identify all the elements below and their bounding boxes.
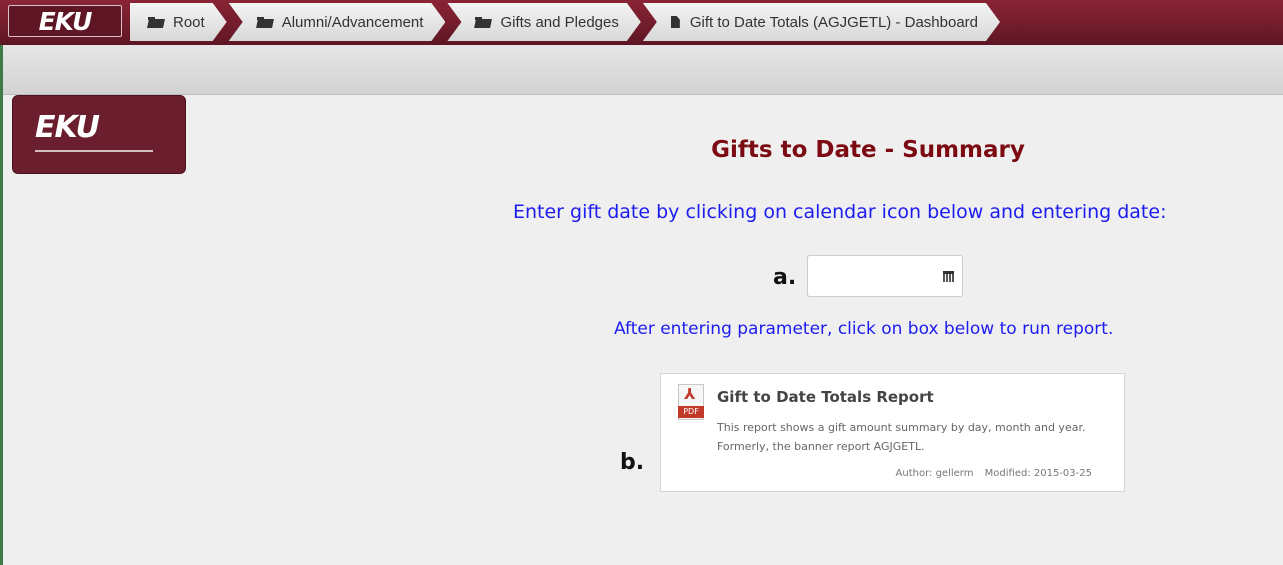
- breadcrumb-label: Alumni/Advancement: [281, 13, 424, 31]
- breadcrumb-root[interactable]: Root: [130, 3, 227, 41]
- report-author: Author: gellerm: [895, 468, 974, 479]
- calendar-icon[interactable]: [943, 271, 954, 282]
- breadcrumb-label: Gift to Date Totals (AGJGETL) - Dashboar…: [689, 13, 979, 31]
- sidebar-logo-text: EKU: [35, 110, 100, 145]
- gift-date-input[interactable]: [807, 255, 963, 297]
- folder-icon: [475, 17, 491, 28]
- breadcrumb-label: Gifts and Pledges: [500, 13, 619, 31]
- step-a-label: a.: [773, 265, 797, 290]
- file-icon: [671, 16, 680, 28]
- breadcrumb-dashboard[interactable]: Gift to Date Totals (AGJGETL) - Dashboar…: [643, 3, 1000, 41]
- page-title: Gifts to Date - Summary: [711, 137, 1025, 163]
- acrobat-glyph-icon: ⅄: [684, 385, 696, 403]
- run-instruction: After entering parameter, click on box b…: [614, 319, 1114, 339]
- step-b-label: b.: [620, 450, 645, 475]
- date-instruction: Enter gift date by clicking on calendar …: [513, 201, 1167, 223]
- sidebar-logo: EKU: [12, 95, 186, 174]
- breadcrumb-gifts-and-pledges[interactable]: Gifts and Pledges: [447, 3, 640, 41]
- breadcrumb-label: Root: [173, 13, 205, 31]
- report-modified: Modified: 2015-03-25: [984, 468, 1092, 479]
- frame-border: [0, 45, 3, 565]
- breadcrumb: Root Alumni/Advancement Gifts and Pledge…: [130, 3, 1002, 41]
- folder-icon: [257, 17, 273, 28]
- pdf-icon: ⅄ PDF: [678, 384, 704, 420]
- folder-icon: [148, 17, 164, 28]
- top-bar: EKU Root Alumni/Advancement Gifts and Pl…: [0, 0, 1283, 45]
- toolbar-strip: [0, 45, 1283, 95]
- breadcrumb-alumni-advancement[interactable]: Alumni/Advancement: [229, 3, 446, 41]
- report-title[interactable]: Gift to Date Totals Report: [717, 388, 934, 406]
- report-description: This report shows a gift amount summary …: [717, 421, 1086, 453]
- report-meta: Author: gellerm Modified: 2015-03-25: [896, 468, 1092, 479]
- eku-logo[interactable]: EKU: [8, 5, 122, 37]
- logo-underline: [35, 150, 153, 152]
- pdf-tag: PDF: [678, 406, 704, 418]
- report-card[interactable]: ⅄ PDF Gift to Date Totals Report This re…: [660, 373, 1125, 492]
